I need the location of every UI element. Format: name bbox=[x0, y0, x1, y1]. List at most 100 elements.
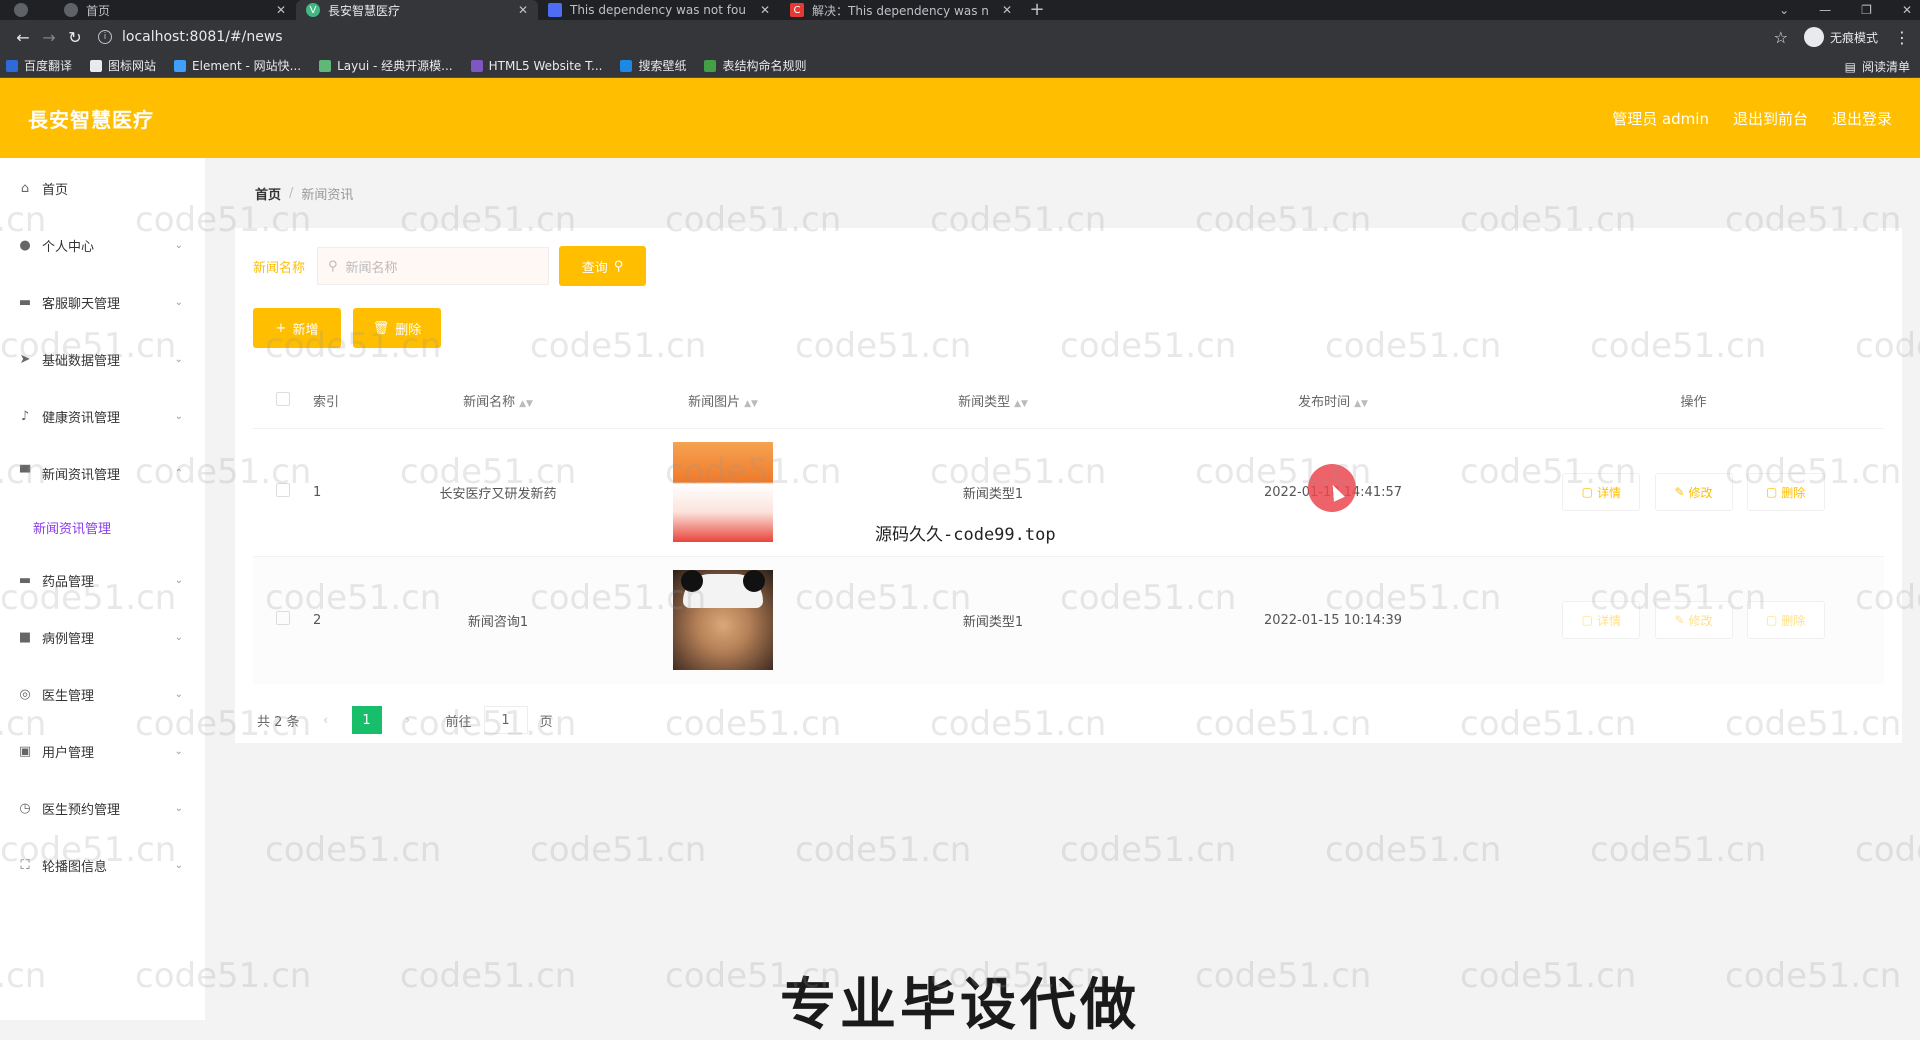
delete-button[interactable]: 🗑 删除 bbox=[353, 308, 441, 348]
close-icon[interactable]: ✕ bbox=[1002, 3, 1012, 17]
page-jump-input[interactable]: 1 bbox=[483, 706, 528, 734]
sidebar-item-profile[interactable]: ● 个人中心 ⌄ bbox=[0, 217, 205, 274]
trash-icon: ▢ bbox=[1765, 485, 1778, 499]
next-page-icon[interactable]: › bbox=[394, 706, 422, 734]
header-name[interactable]: 新闻名称 ▲▼ bbox=[373, 374, 623, 428]
trash-icon: ▢ bbox=[1765, 613, 1778, 628]
browser-tab-home[interactable]: 首页 ✕ bbox=[54, 0, 296, 20]
sidebar-subitem-news[interactable]: 新闻资讯管理 bbox=[0, 502, 205, 552]
translate-icon bbox=[6, 59, 18, 72]
select-all-checkbox[interactable] bbox=[276, 391, 290, 406]
header-image[interactable]: 新闻图片 ▲▼ bbox=[623, 374, 823, 428]
maximize-icon[interactable]: ❐ bbox=[1861, 0, 1872, 20]
tab-search-icon[interactable]: ⌄ bbox=[1779, 0, 1789, 20]
element-icon bbox=[174, 59, 187, 72]
detail-button[interactable]: ▢ 详情 bbox=[1562, 473, 1641, 511]
bookmark-label: 搜索壁纸 bbox=[638, 59, 687, 73]
sidebar-item-chat[interactable]: ▬ 客服聊天管理 ⌄ bbox=[0, 274, 205, 331]
add-button[interactable]: + 新增 bbox=[253, 308, 341, 348]
home-icon: ⌂ bbox=[20, 181, 30, 196]
chevron-down-icon: ⌄ bbox=[174, 860, 183, 871]
search-input[interactable]: ⚲ 新闻名称 bbox=[317, 247, 550, 285]
sort-icon[interactable]: ▲▼ bbox=[744, 399, 758, 409]
sort-icon[interactable]: ▲▼ bbox=[1014, 399, 1028, 409]
menu-icon[interactable]: ⋮ bbox=[1894, 28, 1910, 47]
header-type[interactable]: 新闻类型 ▲▼ bbox=[823, 374, 1163, 428]
row-delete-button[interactable]: ▢ 删除 bbox=[1746, 601, 1825, 640]
reading-list[interactable]: ▤ 阅读清单 bbox=[1845, 58, 1910, 75]
breadcrumb-home[interactable]: 首页 bbox=[255, 184, 281, 203]
bookmark-item[interactable]: HTML5 Website T... bbox=[470, 59, 602, 73]
back-to-front-link[interactable]: 退出到前台 bbox=[1733, 108, 1808, 129]
browser-tab[interactable] bbox=[6, 0, 54, 20]
sidebar-item-doctor[interactable]: ◎ 医生管理 ⌄ bbox=[0, 666, 205, 723]
sidebar-item-basic-data[interactable]: ➤ 基础数据管理 ⌄ bbox=[0, 331, 205, 388]
browser-tab-dependency[interactable]: This dependency was not fou ✕ bbox=[538, 0, 780, 20]
bookmark-item[interactable]: 百度翻译 bbox=[6, 57, 72, 74]
new-tab-button[interactable]: + bbox=[1022, 0, 1052, 20]
sidebar-item-appointment[interactable]: ◷ 医生预约管理 ⌄ bbox=[0, 780, 205, 837]
close-icon[interactable]: ✕ bbox=[518, 3, 528, 17]
back-icon[interactable]: ← bbox=[10, 28, 36, 47]
sidebar-item-carousel[interactable]: ⛶ 轮播图信息 ⌄ bbox=[0, 837, 205, 894]
url-field[interactable]: i localhost:8081/#/news bbox=[98, 29, 1774, 45]
app-header: 長安智慧医疗 管理员 admin 退出到前台 退出登录 bbox=[0, 78, 1920, 158]
row-index: 1 bbox=[313, 427, 373, 556]
close-window-icon[interactable]: ✕ bbox=[1902, 0, 1912, 20]
logout-link[interactable]: 退出登录 bbox=[1832, 108, 1892, 129]
close-icon[interactable]: ✕ bbox=[276, 3, 286, 17]
bookmark-item[interactable]: Layui - 经典开源模... bbox=[319, 57, 453, 74]
query-button[interactable]: 查询 ⚲ bbox=[559, 246, 647, 286]
bookmark-item[interactable]: 图标网站 bbox=[90, 57, 156, 74]
add-button-label: 新增 bbox=[292, 322, 319, 338]
bookmark-item[interactable]: Element - 网站快... bbox=[174, 57, 301, 74]
sidebar-item-label: 新闻资讯管理 bbox=[42, 468, 121, 483]
header-time-label: 发布时间 bbox=[1298, 395, 1351, 411]
browser-tab-solution[interactable]: C 解决：This dependency was n ✕ bbox=[780, 0, 1022, 20]
close-icon[interactable]: ✕ bbox=[760, 3, 770, 17]
header-index: 索引 bbox=[313, 374, 373, 428]
html5-icon bbox=[470, 59, 483, 72]
edit-button[interactable]: ✎ 修改 bbox=[1654, 473, 1733, 511]
table-row: 1 长安医疗又研发新药 新闻类型1 2022-01-18 14:41:57 ▢ 详… bbox=[253, 427, 1884, 556]
user-icon: ● bbox=[19, 238, 31, 253]
news-table: 索引 新闻名称 ▲▼ 新闻图片 ▲▼ 新闻类型 ▲▼ 发布时间 ▲▼ 操作 1 长安医疗… bbox=[253, 374, 1884, 684]
edit-label: 修改 bbox=[1688, 613, 1713, 628]
sidebar-item-users[interactable]: ▣ 用户管理 ⌄ bbox=[0, 723, 205, 780]
plus-icon: + bbox=[275, 320, 287, 336]
prev-page-icon[interactable]: ‹ bbox=[312, 706, 340, 734]
sidebar-item-home[interactable]: ⌂ 首页 bbox=[0, 160, 205, 217]
incognito-indicator[interactable]: 无痕模式 bbox=[1803, 27, 1878, 47]
incognito-icon bbox=[1803, 27, 1824, 47]
sidebar-item-medicine[interactable]: ▬ 药品管理 ⌄ bbox=[0, 552, 205, 609]
query-button-label: 查询 bbox=[581, 260, 608, 276]
info-icon[interactable]: i bbox=[98, 30, 112, 44]
edit-icon: ✎ bbox=[1674, 485, 1685, 499]
edit-icon: ✎ bbox=[1674, 613, 1685, 628]
row-delete-button[interactable]: ▢ 删除 bbox=[1746, 473, 1825, 511]
layui-icon bbox=[319, 59, 332, 72]
sort-icon[interactable]: ▲▼ bbox=[519, 399, 533, 409]
header-type-label: 新闻类型 bbox=[958, 395, 1011, 411]
header-time[interactable]: 发布时间 ▲▼ bbox=[1163, 374, 1503, 428]
sidebar-item-case[interactable]: ■ 病例管理 ⌄ bbox=[0, 609, 205, 666]
address-bar: ← → ↻ i localhost:8081/#/news ☆ 无痕模式 ⋮ bbox=[0, 20, 1920, 54]
row-checkbox[interactable] bbox=[276, 611, 290, 626]
forward-icon[interactable]: → bbox=[36, 28, 62, 47]
minimize-icon[interactable]: — bbox=[1819, 0, 1831, 20]
sidebar-item-health[interactable]: ♪ 健康资讯管理 ⌄ bbox=[0, 388, 205, 445]
news-image bbox=[673, 442, 773, 542]
bookmark-item[interactable]: 表结构命名规则 bbox=[704, 57, 806, 74]
reload-icon[interactable]: ↻ bbox=[62, 28, 88, 47]
row-checkbox[interactable] bbox=[276, 483, 290, 497]
bookmark-star-icon[interactable]: ☆ bbox=[1774, 28, 1788, 47]
browser-tab-app[interactable]: V 長安智慧医疗 ✕ bbox=[296, 0, 538, 20]
sort-icon[interactable]: ▲▼ bbox=[1354, 399, 1368, 409]
sidebar-item-news[interactable]: ▀ 新闻资讯管理 ⌃ bbox=[0, 445, 205, 502]
search-row: 新闻名称 ⚲ 新闻名称 查询 ⚲ bbox=[253, 246, 1884, 286]
page-number[interactable]: 1 bbox=[351, 706, 382, 734]
edit-button[interactable]: ✎ 修改 bbox=[1654, 601, 1733, 640]
bookmark-item[interactable]: 搜索壁纸 bbox=[620, 57, 686, 74]
detail-button[interactable]: ▢ 详情 bbox=[1562, 601, 1641, 640]
chevron-down-icon: ⌄ bbox=[174, 689, 183, 700]
